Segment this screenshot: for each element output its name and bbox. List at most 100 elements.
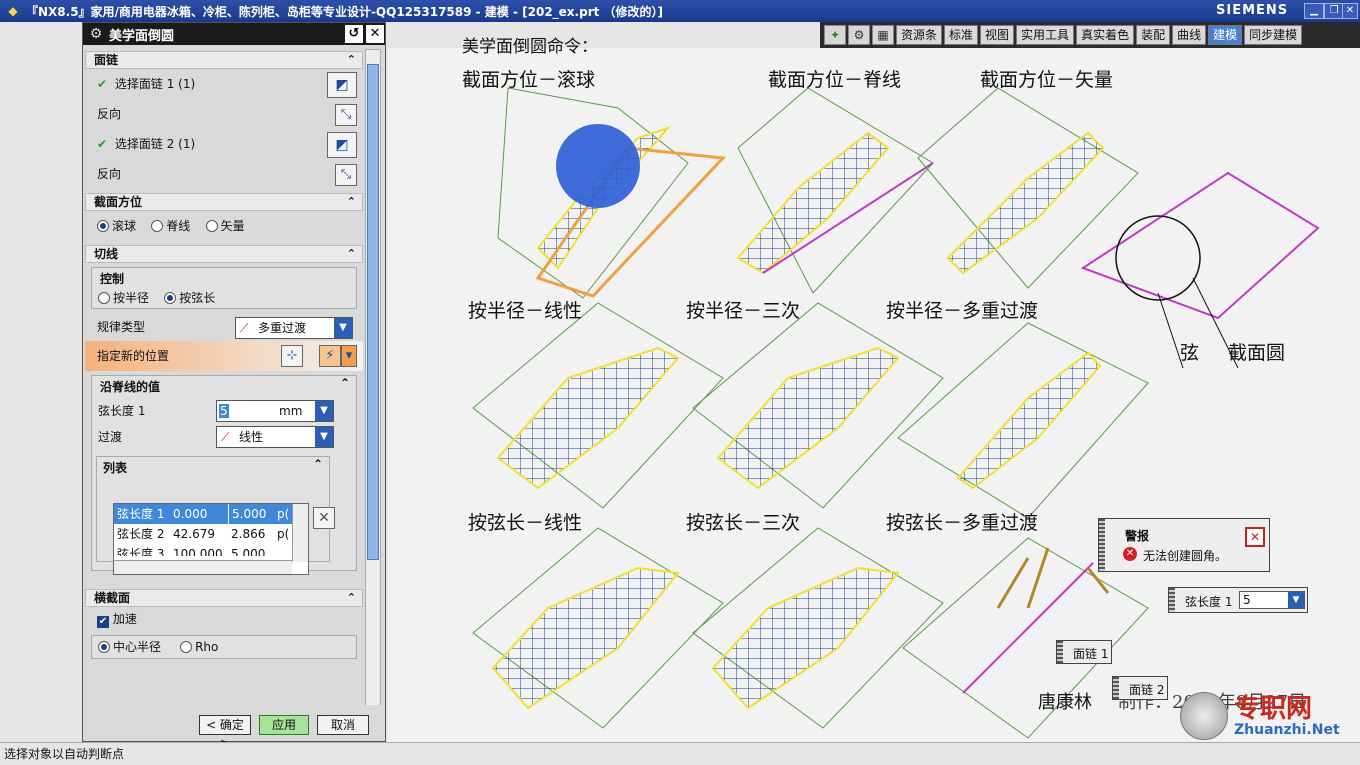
restore-button[interactable]: ❐: [1324, 3, 1344, 19]
cross-section-radio-row: 中心半径 Rho: [91, 635, 357, 659]
chord-length-onscreen-field[interactable]: 5 ▼: [1239, 591, 1305, 609]
alert-text: 无法创建圆角。: [1143, 549, 1228, 563]
list-vscrollbar[interactable]: [292, 504, 308, 562]
grid-icon[interactable]: ▦: [872, 25, 894, 45]
section-cross-section-label: 横截面: [94, 591, 131, 605]
surface-spine: [736, 87, 934, 294]
accelerate-row[interactable]: ✔ 加速: [85, 607, 363, 631]
drag-handle[interactable]: [1113, 677, 1119, 699]
section-orientation-label: 截面方位: [94, 195, 143, 209]
collapse-icon[interactable]: ⌃: [340, 376, 350, 390]
radio-by-radius[interactable]: 按半径: [98, 291, 149, 305]
face-chain-1-tag[interactable]: 面链 1: [1056, 640, 1112, 664]
collapse-icon[interactable]: ⌃: [347, 194, 356, 210]
point-dialog-icon[interactable]: ⊹: [281, 345, 303, 367]
face-chain-2-tag[interactable]: 面链 2: [1112, 676, 1168, 700]
face-chain-1-label: 面链 1: [1073, 647, 1109, 661]
collapse-icon[interactable]: ⌃: [313, 457, 323, 471]
collapse-icon[interactable]: ⌃: [347, 52, 356, 68]
minimize-button[interactable]: ▁: [1304, 3, 1324, 19]
tab-curve[interactable]: 曲线: [1172, 25, 1207, 45]
dialog-close-icon[interactable]: ✕: [366, 25, 384, 43]
drag-handle[interactable]: [1099, 519, 1105, 571]
reverse-direction-icon[interactable]: ⤡: [335, 164, 357, 186]
caption-radius-multi: 按半径－多重过渡: [886, 300, 1039, 322]
cancel-button[interactable]: 取消: [317, 715, 369, 735]
tab-sync-modeling[interactable]: 同步建模: [1244, 25, 1303, 45]
window-title: 『NX8.5』家用/商用电器冰箱、冷柜、陈列柜、岛柜等专业设计-QQ125317…: [26, 4, 664, 19]
section-tangent-label: 切线: [94, 247, 119, 261]
section-tangent[interactable]: 切线 ⌃: [85, 245, 363, 263]
caption-radius-linear: 按半径－线性: [468, 300, 583, 322]
dialog-scrollbar[interactable]: [365, 49, 381, 717]
radio-rho[interactable]: Rho: [180, 640, 218, 654]
tab-standard[interactable]: 标准: [944, 25, 979, 45]
status-bar: 选择对象以自动判断点: [0, 742, 1360, 765]
label-chord: 弦: [1180, 342, 1200, 364]
chord-length-row: 弦长度 1 5 mm ▼: [92, 398, 356, 424]
along-spine-header[interactable]: 沿脊线的值 ⌃: [92, 376, 356, 398]
alert-close-icon[interactable]: ✕: [1245, 527, 1265, 547]
table-row[interactable]: 弦长度 2 42.679 2.866 p(: [114, 524, 308, 544]
caption-radius-cubic: 按半径－三次: [686, 300, 801, 322]
select-face-chain-1-row[interactable]: ✔ 选择面链 1 (1) ◩: [85, 69, 363, 99]
caption-vector: 截面方位－矢量: [980, 69, 1114, 91]
law-type-select[interactable]: ⟋ 多重过渡 ▼: [235, 317, 353, 339]
caption-chord-linear: 按弦长－线性: [468, 512, 583, 534]
face-select-icon[interactable]: ◩: [327, 132, 357, 158]
check-icon: ✔: [97, 77, 108, 91]
tab-modeling[interactable]: 建模: [1208, 25, 1243, 45]
accelerate-checkbox[interactable]: ✔: [97, 616, 109, 628]
face-chain-2-label: 面链 2: [1129, 683, 1165, 697]
radio-center-radius[interactable]: 中心半径: [98, 640, 161, 654]
radio-vector[interactable]: 矢量: [205, 219, 245, 233]
radio-spine[interactable]: 脊线: [151, 219, 190, 233]
ok-button[interactable]: < 确定 >: [199, 715, 251, 750]
radio-rolling-ball[interactable]: 滚球: [97, 219, 136, 233]
table-row[interactable]: 弦长度 3 100.000 5.000: [114, 544, 308, 556]
transition-select[interactable]: ⟋ 线性 ▼: [216, 426, 334, 448]
gear-icon[interactable]: ⚙: [848, 25, 870, 45]
radio-by-chord[interactable]: 按弦长: [164, 291, 215, 305]
graphics-viewport[interactable]: 美学面倒圆命令： 截面方位－滚球 截面方位－脊线 截面方位－矢量 按半径－线性 …: [388, 37, 1360, 742]
chevron-down-icon[interactable]: ▾: [341, 345, 357, 367]
infer-point-icon[interactable]: ⚡: [319, 345, 341, 367]
list-hscrollbar[interactable]: [114, 560, 292, 574]
drag-handle[interactable]: [1057, 641, 1063, 663]
control-group: 控制 按半径 按弦长: [91, 267, 357, 309]
specify-location-row[interactable]: 指定新的位置 ⊹ ⚡ ▾: [85, 341, 363, 371]
surface-radius-cubic: [692, 302, 944, 509]
tab-view[interactable]: 视图: [980, 25, 1015, 45]
reverse-direction-icon[interactable]: ⤡: [335, 104, 357, 126]
remove-row-icon[interactable]: ✕: [313, 507, 335, 529]
chord-length-onscreen-label: 弦长度 1: [1185, 595, 1233, 609]
select-face-chain-2-row[interactable]: ✔ 选择面链 2 (1) ◩: [85, 129, 363, 159]
drag-handle[interactable]: [1169, 588, 1175, 612]
tab-true-shading[interactable]: 真实着色: [1076, 25, 1135, 45]
scrollbar-thumb[interactable]: [367, 64, 379, 560]
face-select-icon[interactable]: ◩: [327, 72, 357, 98]
section-face-chain[interactable]: 面链 ⌃: [85, 51, 363, 69]
list-header[interactable]: 列表 ⌃: [97, 457, 329, 476]
check-icon: ✔: [97, 137, 108, 151]
dialog-gear-icon[interactable]: ⚙: [87, 25, 105, 43]
alert-popup: 警报 ✕ 无法创建圆角。 ✕: [1098, 518, 1270, 572]
orientation-radio-row: 滚球 脊线 矢量: [85, 211, 363, 241]
label-section-circle: 截面圆: [1228, 342, 1286, 364]
collapse-icon[interactable]: ⌃: [347, 590, 356, 606]
chord-list-table[interactable]: 弦长度 1 0.000 5.000 p( 弦长度 2 42.679 2.866 …: [113, 503, 309, 575]
apply-button[interactable]: 应用: [259, 715, 309, 735]
ribbon-toolbar: ✦ ⚙ ▦ 资源条 标准 视图 实用工具 真实着色 装配 曲线 建模 同步建模: [820, 22, 1360, 48]
tab-resource[interactable]: 资源条: [896, 25, 943, 45]
section-cross-section[interactable]: 横截面 ⌃: [85, 589, 363, 607]
close-button[interactable]: ✕: [1342, 3, 1358, 19]
section-orientation[interactable]: 截面方位 ⌃: [85, 193, 363, 211]
collapse-icon[interactable]: ⌃: [347, 246, 356, 262]
tab-assembly[interactable]: 装配: [1136, 25, 1171, 45]
dialog-footer: < 确定 > 应用 取消: [83, 705, 385, 750]
chord-length-input[interactable]: 5 mm ▼: [216, 400, 334, 422]
table-row[interactable]: 弦长度 1 0.000 5.000 p(: [114, 504, 308, 524]
tab-utility[interactable]: 实用工具: [1016, 25, 1075, 45]
reset-icon[interactable]: ↺: [345, 25, 363, 43]
nx-start-icon[interactable]: ✦: [824, 25, 846, 45]
